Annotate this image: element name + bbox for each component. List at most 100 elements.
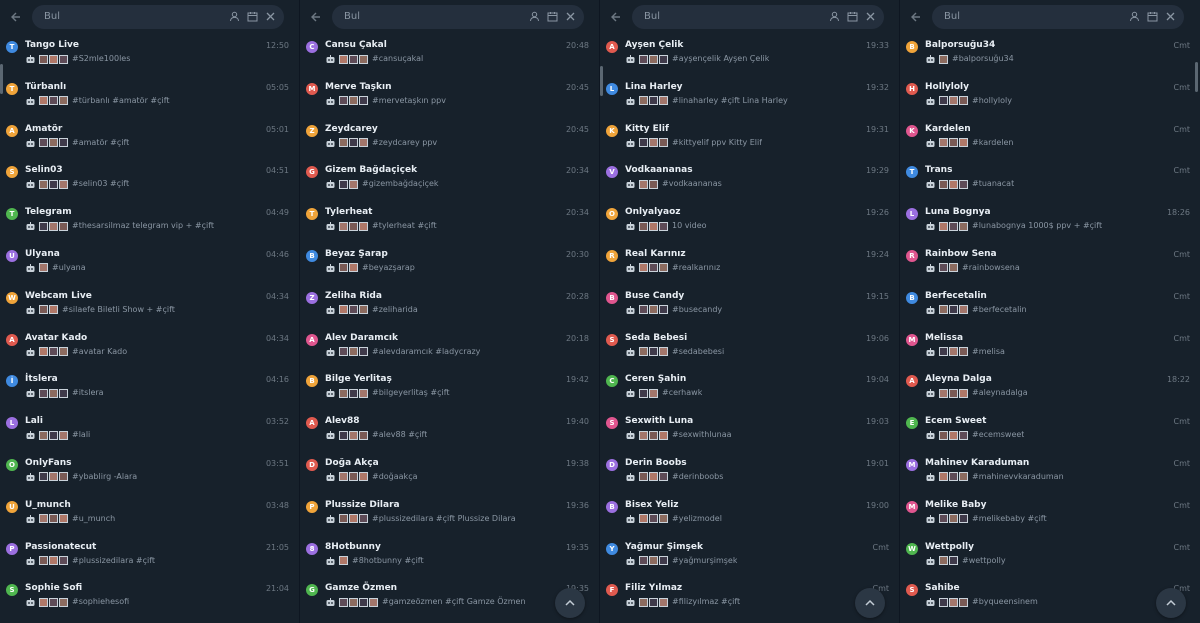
chat-name: OnlyFans [25, 457, 72, 468]
search-input[interactable] [344, 11, 494, 22]
chat-list-item[interactable]: D Doğa Akça 19:38 #doğaakça [300, 453, 599, 495]
chat-list-item[interactable]: L Lali 03:52 #lali [0, 411, 299, 453]
scroll-to-top-button[interactable] [855, 588, 885, 618]
scrollbar-thumb[interactable] [600, 66, 603, 96]
chat-list-item[interactable]: R Rainbow Sena Cmt #rainbowsena [900, 244, 1200, 286]
chat-list-item[interactable]: L Luna Bognya 18:26 #lunabognya 1000$ ppv +… [900, 202, 1200, 244]
media-thumbnail [349, 597, 358, 607]
chat-list-item[interactable]: Z Zeliha Rida 20:28 #zeliharida [300, 286, 599, 328]
chat-list-item[interactable]: Z Zeydcarey 20:45 #zeydcarey ppv [300, 119, 599, 161]
contact-icon[interactable] [228, 11, 240, 23]
chat-list-item[interactable]: B Berfecetalin Cmt #berfecetalin [900, 286, 1200, 328]
contact-icon[interactable] [528, 11, 540, 23]
chat-list-item[interactable]: V Vodkaananas 19:29 #vodkaananas [600, 160, 899, 202]
chat-list-item[interactable]: Y Yağmur Şimşek Cmt #yağmurşimşek [600, 537, 899, 579]
chat-list-item[interactable]: M Merve Taşkın 20:45 #mervetaşkın ppv [300, 77, 599, 119]
calendar-icon[interactable] [846, 11, 858, 23]
chat-list-item[interactable]: M Melike Baby Cmt #melikebaby #çift [900, 495, 1200, 537]
media-thumbnails [639, 263, 669, 273]
chat-list-item[interactable]: P Plussize Dilara 19:36 #plussizedilara #çi… [300, 495, 599, 537]
chat-list-item[interactable]: F Filiz Yılmaz Cmt #filizyılmaz #çift [600, 578, 899, 620]
contact-icon[interactable] [1128, 11, 1140, 23]
media-thumbnail [59, 514, 68, 524]
chat-list-item[interactable]: S Sahibe Cmt #byqueensinem [900, 578, 1200, 620]
chat-time: 20:45 [565, 82, 589, 92]
chat-list-item[interactable]: L Lina Harley 19:32 #linaharley #çift Lina … [600, 77, 899, 119]
chat-list-item[interactable]: M Mahinev Karaduman Cmt #mahinevvkaraduman [900, 453, 1200, 495]
chat-list-item[interactable]: E Ecem Sweet Cmt #ecemsweet [900, 411, 1200, 453]
search-input[interactable] [944, 11, 1094, 22]
chat-list-item[interactable]: K Kitty Elif 19:31 #kittyelif ppv Kitty Eli… [600, 119, 899, 161]
calendar-icon[interactable] [546, 11, 558, 23]
scroll-to-top-button[interactable] [555, 588, 585, 618]
chat-list-item[interactable]: B Balporsuğu34 Cmt #balporsuğu34 [900, 35, 1200, 77]
search-bar[interactable] [632, 4, 884, 29]
chat-list-item[interactable]: O Onlyalyaoz 19:26 10 video [600, 202, 899, 244]
back-arrow-icon[interactable] [600, 0, 632, 33]
chat-list-item[interactable]: A Amatör 05:01 #amatör #çift [0, 119, 299, 161]
chat-list-item[interactable]: O OnlyFans 03:51 #ybablirg -Alara [0, 453, 299, 495]
chat-name: Amatör [25, 123, 63, 134]
scrollbar-thumb[interactable] [1195, 62, 1198, 92]
calendar-icon[interactable] [1146, 11, 1158, 23]
chat-list-item[interactable]: T Tylerheat 20:34 #tylerheat #çift [300, 202, 599, 244]
chat-list-item[interactable]: U Ulyana 04:46 #ulyana [0, 244, 299, 286]
chat-preview: #cansuçakal [325, 52, 591, 66]
chat-list-item[interactable]: P Passionatecut 21:05 #plussizedilara #çift [0, 537, 299, 579]
chat-list-item[interactable]: K Kardelen Cmt #kardelen [900, 119, 1200, 161]
search-input[interactable] [644, 11, 794, 22]
chat-list-item[interactable]: A Alev88 19:40 #alev88 #çift [300, 411, 599, 453]
chat-list-item[interactable]: T Trans Cmt #tuanacat [900, 160, 1200, 202]
media-thumbnails [939, 597, 969, 607]
close-icon[interactable] [1164, 11, 1176, 23]
chat-list-item[interactable]: S Sophie Sofi 21:04 #sophiehesofi [0, 578, 299, 620]
search-input[interactable] [44, 11, 194, 22]
search-bar[interactable] [332, 4, 584, 29]
contact-icon[interactable] [828, 11, 840, 23]
chat-time: 19:35 [565, 542, 589, 552]
chat-list-item[interactable]: H Hollyloly Cmt #hollyloly [900, 77, 1200, 119]
chat-list-item[interactable]: T Türbanlı 05:05 #türbanlı #amatör #çift [0, 77, 299, 119]
media-thumbnail [39, 96, 48, 106]
chat-list-item[interactable]: M Melissa Cmt #melisa [900, 328, 1200, 370]
back-arrow-icon[interactable] [300, 0, 332, 33]
scroll-to-top-button[interactable] [1156, 588, 1186, 618]
media-thumbnail [949, 597, 958, 607]
chat-list-item[interactable]: B Buse Candy 19:15 #busecandy [600, 286, 899, 328]
calendar-icon[interactable] [246, 11, 258, 23]
chat-list-item[interactable]: 8 8Hotbunny 19:35 #8hotbunny #çift [300, 537, 599, 579]
chat-list-item[interactable]: U U_munch 03:48 #u_munch [0, 495, 299, 537]
scrollbar-thumb[interactable] [0, 64, 3, 94]
chat-list-item[interactable]: B Beyaz Şarap 20:30 #beyazşarap [300, 244, 599, 286]
chat-list-item[interactable]: S Selin03 04:51 #selin03 #çift [0, 160, 299, 202]
close-icon[interactable] [564, 11, 576, 23]
chat-list-item[interactable]: W Wettpolly Cmt #wettpolly [900, 537, 1200, 579]
chat-list-item[interactable]: A Aleyna Dalga 18:22 #aleynadalga [900, 369, 1200, 411]
chat-list-item[interactable]: S Sexwith Luna 19:03 #sexwithlunaa [600, 411, 899, 453]
chat-list-item[interactable]: T Telegram 04:49 #thesarsilmaz telegram vip… [0, 202, 299, 244]
chat-list-item[interactable]: T Tango Live 12:50 #S2mle100les [0, 35, 299, 77]
chat-list-item[interactable]: B Bisex Yeliz 19:00 #yelizmodel [600, 495, 899, 537]
chat-list-item[interactable]: S Seda Bebesi 19:06 #sedabebesi [600, 328, 899, 370]
chat-list-item[interactable]: A Ayşen Çelik 19:33 #ayşençelik Ayşen Çelik [600, 35, 899, 77]
chat-list-item[interactable]: G Gamze Özmen 19:35 #gamzeözmen #çift Gamze… [300, 578, 599, 620]
chat-list-item[interactable]: A Alev Daramcık 20:18 #alevdaramcık #ladycr… [300, 328, 599, 370]
chat-list-item[interactable]: D Derin Boobs 19:01 #derinboobs [600, 453, 899, 495]
media-thumbnail [949, 347, 958, 357]
chat-list-item[interactable]: A Avatar Kado 04:34 #avatar Kado [0, 328, 299, 370]
close-icon[interactable] [264, 11, 276, 23]
chat-preview: #yağmurşimşek [625, 554, 891, 568]
chat-list-item[interactable]: C Cansu Çakal 20:48 #cansuçakal [300, 35, 599, 77]
search-bar[interactable] [932, 4, 1184, 29]
chat-list-item[interactable]: R Real Karınız 19:24 #realkarınız [600, 244, 899, 286]
chat-list-item[interactable]: W Webcam Live 04:34 #silaefe Biletli Show +… [0, 286, 299, 328]
chat-list-item[interactable]: C Ceren Şahin 19:04 #cerhawk [600, 369, 899, 411]
chat-list-item[interactable]: İ İtslera 04:16 #itslera [0, 369, 299, 411]
chat-list-item[interactable]: B Bilge Yerlitaş 19:42 #bilgeyerlitaş #çift [300, 369, 599, 411]
back-arrow-icon[interactable] [0, 0, 32, 33]
chat-list-item[interactable]: G Gizem Bağdaçiçek 20:34 #gizembağdaçiçek [300, 160, 599, 202]
search-bar[interactable] [32, 4, 284, 29]
close-icon[interactable] [864, 11, 876, 23]
avatar: A [906, 375, 918, 388]
back-arrow-icon[interactable] [900, 0, 932, 33]
